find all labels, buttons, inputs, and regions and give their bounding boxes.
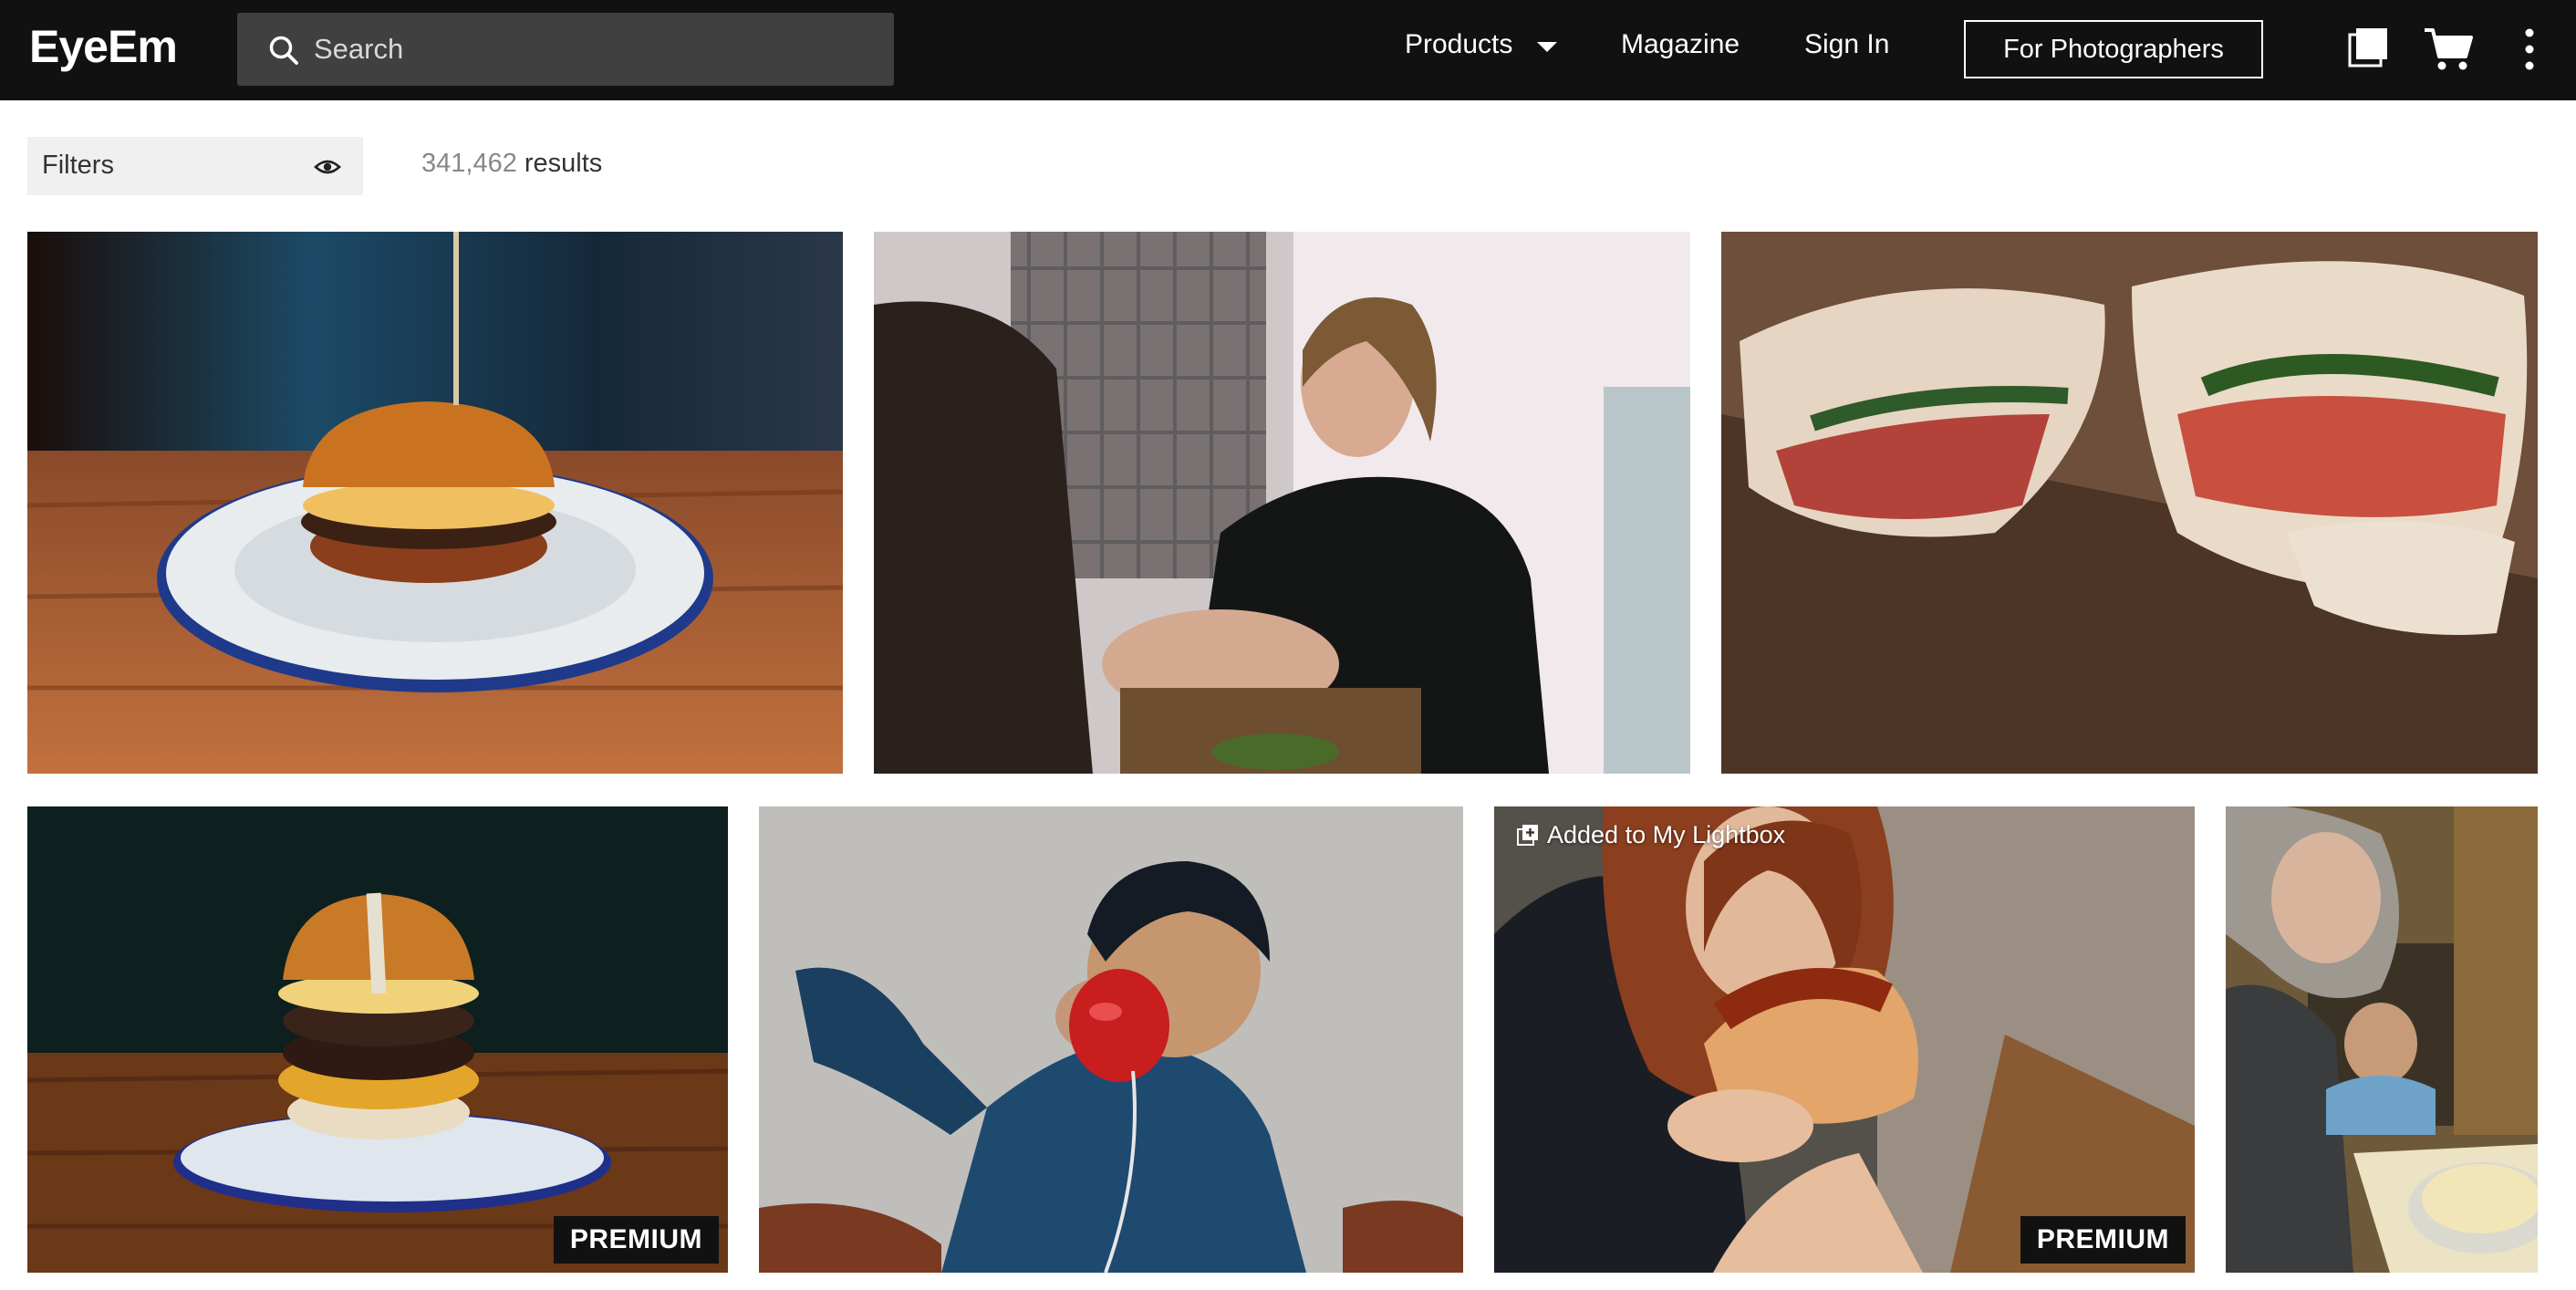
woman-eating-photo <box>874 232 1690 774</box>
photo-tile[interactable] <box>874 232 1690 774</box>
photo-tile[interactable] <box>759 806 1463 1273</box>
results-word: results <box>524 149 603 178</box>
grandmother-cooking-photo <box>2226 806 2538 1273</box>
premium-badge: PREMIUM <box>2020 1216 2186 1264</box>
products-menu-label: Products <box>1405 29 1513 59</box>
eyeem-logo[interactable]: EyeEm <box>29 20 178 73</box>
photo-tile[interactable] <box>27 232 843 774</box>
woman-hotdog-photo <box>1494 806 2195 1273</box>
cart-icon[interactable] <box>2423 26 2474 73</box>
products-menu[interactable]: Products <box>1405 29 1557 60</box>
add-to-lightbox-icon <box>1517 824 1538 846</box>
search-input[interactable] <box>314 13 879 86</box>
top-navigation-bar: EyeEm Products Magazine Sign In For Phot… <box>0 0 2576 100</box>
filters-label: Filters <box>42 151 114 180</box>
photo-tile[interactable]: PREMIUM <box>27 806 728 1273</box>
premium-badge: PREMIUM <box>553 1216 719 1264</box>
search-bar[interactable] <box>237 13 894 86</box>
boy-with-apple-photo <box>759 806 1463 1273</box>
added-to-lightbox-text: Added to My Lightbox <box>1547 821 1786 848</box>
photo-tile[interactable] <box>1721 232 2538 774</box>
photo-tile[interactable]: Added to My Lightbox PREMIUM <box>1494 806 2195 1273</box>
more-vertical-icon[interactable] <box>2519 27 2540 71</box>
eye-icon <box>314 160 341 174</box>
chevron-down-icon <box>1537 42 1557 52</box>
added-to-lightbox-label: Added to My Lightbox <box>1516 821 1785 849</box>
flatbread-photo <box>1721 232 2538 774</box>
lightbox-icon[interactable] <box>2346 26 2390 69</box>
stacked-burger-photo <box>27 806 728 1273</box>
results-number: 341,462 <box>421 149 517 178</box>
burger-photo <box>27 232 843 774</box>
magazine-link[interactable]: Magazine <box>1621 29 1740 60</box>
for-photographers-button[interactable]: For Photographers <box>1964 20 2263 78</box>
results-count: 341,462 results <box>421 149 602 179</box>
filters-toggle[interactable]: Filters <box>27 137 363 195</box>
search-icon <box>269 36 298 65</box>
sign-in-link[interactable]: Sign In <box>1804 29 1889 60</box>
photo-tile[interactable] <box>2226 806 2538 1273</box>
